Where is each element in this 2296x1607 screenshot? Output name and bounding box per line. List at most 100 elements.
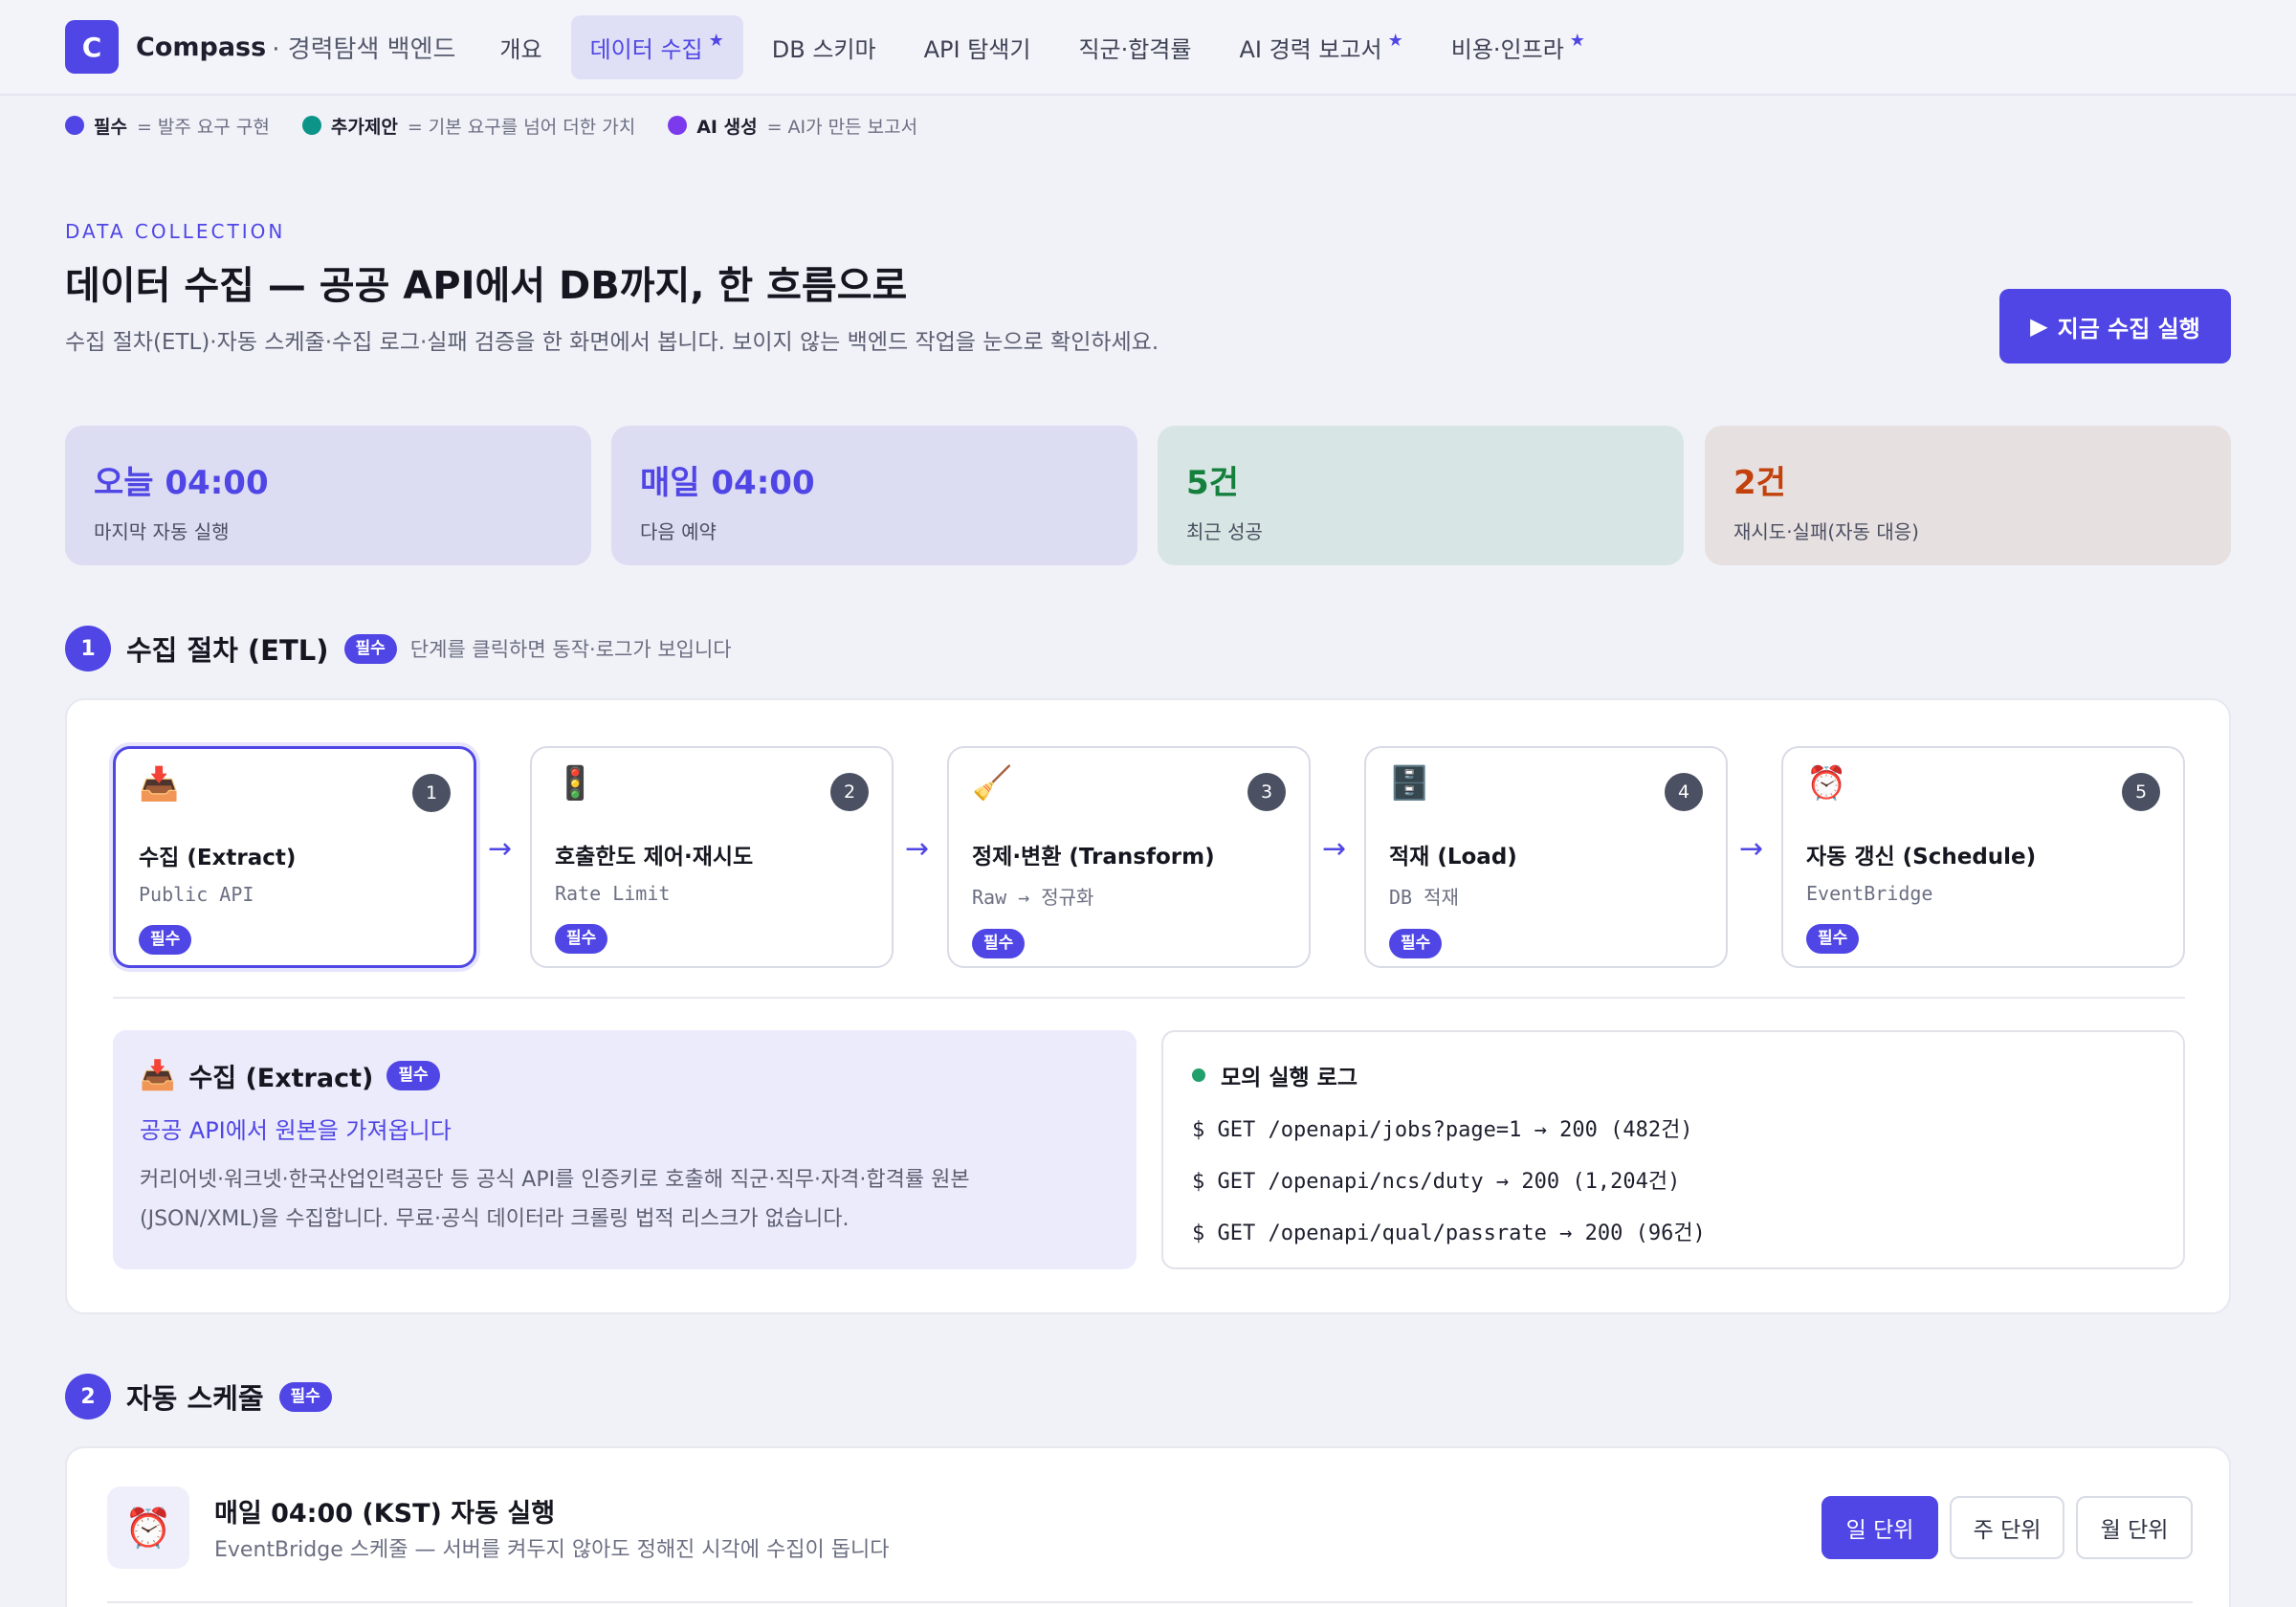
required-badge: 필수 <box>1389 929 1443 958</box>
inbox-icon: 📥 <box>140 1059 176 1092</box>
app-logo[interactable]: C <box>65 20 119 74</box>
main-nav: 개요 데이터 수집 ★ DB 스키마 API 탐색기 직군·합격률 AI 경력 보… <box>480 14 1604 79</box>
legend-label: AI 생성 <box>696 116 758 138</box>
flow-arrow-icon: → <box>488 832 513 866</box>
broom-icon: 🧹 <box>972 764 1013 803</box>
step-title: 정제·변환 (Transform) <box>972 845 1215 870</box>
nav-label: AI 경력 보고서 <box>1239 35 1382 63</box>
detail-body-line: (JSON/XML)을 수집합니다. 무료·공식 데이터라 크롤링 법적 리스크… <box>140 1207 850 1231</box>
etl-panel: 📥 1 수집 (Extract) Public API 필수 → 🚦 2 호출한… <box>65 698 2231 1314</box>
stat-value: 매일 04:00 <box>640 464 815 502</box>
detail-body: 커리어넷·워크넷·한국산업인력공단 등 공식 API를 인증키로 호출해 직군·… <box>140 1160 1110 1239</box>
etl-step-extract[interactable]: 📥 1 수집 (Extract) Public API 필수 <box>113 746 476 968</box>
alarm-clock-icon: ⏰ <box>107 1486 189 1569</box>
schedule-title: 매일 04:00 (KST) 자동 실행 <box>214 1499 556 1529</box>
step-title: 호출한도 제어·재시도 <box>555 845 754 870</box>
flow-arrow-icon: → <box>1739 832 1764 866</box>
etl-step-schedule[interactable]: ⏰ 5 자동 갱신 (Schedule) EventBridge 필수 <box>1781 746 2185 968</box>
alarm-clock-icon: ⏰ <box>1806 764 1847 803</box>
section-title: 자동 스케줄 <box>126 1382 264 1415</box>
schedule-option-weekly[interactable]: 주 단위 <box>1950 1496 2064 1559</box>
legend-required: 필수 = 발주 요구 구현 <box>65 113 270 139</box>
etl-step-transform[interactable]: 🧹 3 정제·변환 (Transform) Raw → 정규화 필수 <box>947 746 1311 968</box>
play-icon: ▶ <box>2030 313 2048 340</box>
nav-item-data-collection[interactable]: 데이터 수집 ★ <box>570 14 743 79</box>
status-dot-icon <box>1192 1068 1205 1082</box>
legend-label: 추가제안 <box>330 116 398 138</box>
file-cabinet-icon: 🗄️ <box>1389 764 1430 803</box>
stat-card-retry-fail: 2건 재시도·실패(자동 대응) <box>1705 426 2231 565</box>
nav-label: 데이터 수집 <box>589 35 703 63</box>
inbox-icon: 📥 <box>139 765 180 804</box>
stat-card-last-run: 오늘 04:00 마지막 자동 실행 <box>65 426 591 565</box>
nav-item-cost-infra[interactable]: 비용·인프라 ★ <box>1432 15 1604 79</box>
section-number: 1 <box>65 626 111 671</box>
etl-step-load[interactable]: 🗄️ 4 적재 (Load) DB 적재 필수 <box>1364 746 1728 968</box>
log-line: $ GET /openapi/jobs?page=1 → 200 (482건) <box>1192 1118 1693 1142</box>
star-icon: ★ <box>1387 30 1403 51</box>
step-title: 수집 (Extract) <box>139 846 297 870</box>
detail-subtitle: 공공 API에서 원본을 가져옵니다 <box>140 1117 452 1144</box>
section-etl-header: 1 수집 절차 (ETL) 필수 단계를 클릭하면 동작·로그가 보입니다 <box>65 626 732 671</box>
nav-label: 개요 <box>499 35 542 63</box>
step-subtitle: Raw → 정규화 <box>972 886 1094 909</box>
schedule-option-daily[interactable]: 일 단위 <box>1821 1496 1938 1559</box>
detail-title: 수집 (Extract) <box>188 1064 374 1093</box>
star-icon: ★ <box>1569 30 1585 51</box>
step-number: 5 <box>2122 773 2160 811</box>
nav-item-api-explorer[interactable]: API 탐색기 <box>905 15 1050 79</box>
stat-card-next-run: 매일 04:00 다음 예약 <box>611 426 1137 565</box>
schedule-subtitle: EventBridge 스케줄 — 서버를 켜두지 않아도 정해진 시각에 수집… <box>214 1538 890 1562</box>
log-header: 모의 실행 로그 <box>1192 1059 2154 1091</box>
step-number: 3 <box>1247 773 1286 811</box>
section-title: 수집 절차 (ETL) <box>126 634 329 667</box>
required-badge: 필수 <box>972 929 1026 958</box>
step-subtitle: DB 적재 <box>1389 886 1459 909</box>
run-button-label: 지금 수집 실행 <box>2057 315 2200 342</box>
brand-subtitle: · 경력탐색 백엔드 <box>272 34 456 64</box>
step-subtitle: Rate Limit <box>555 882 671 905</box>
top-navigation-bar: C Compass · 경력탐색 백엔드 개요 데이터 수집 ★ DB 스키마 A… <box>0 0 2296 96</box>
page-description: 수집 절차(ETL)·자동 스케줄·수집 로그·실패 검증을 한 화면에서 봅니… <box>65 330 1159 355</box>
stat-value: 오늘 04:00 <box>94 464 269 502</box>
nav-item-db-schema[interactable]: DB 스키마 <box>753 15 895 79</box>
badge-legend: 필수 = 발주 요구 구현 추가제안 = 기본 요구를 넘어 더한 가치 AI … <box>65 109 917 142</box>
step-subtitle: EventBridge <box>1806 882 1933 905</box>
section-hint: 단계를 클릭하면 동작·로그가 보입니다 <box>409 638 732 661</box>
required-badge: 필수 <box>139 925 192 955</box>
detail-body-line: 커리어넷·워크넷·한국산업인력공단 등 공식 API를 인증키로 호출해 직군·… <box>140 1168 970 1192</box>
nav-item-ai-report[interactable]: AI 경력 보고서 ★ <box>1220 15 1422 79</box>
step-number: 2 <box>830 773 869 811</box>
flow-arrow-icon: → <box>1322 832 1347 866</box>
stat-card-success: 5건 최근 성공 <box>1158 426 1684 565</box>
stat-label: 최근 성공 <box>1186 520 1263 543</box>
legend-dot <box>65 116 84 135</box>
run-collection-button[interactable]: ▶ 지금 수집 실행 <box>1999 289 2231 363</box>
nav-label: DB 스키마 <box>771 35 876 63</box>
divider <box>113 997 2185 999</box>
legend-extra: 추가제안 = 기본 요구를 넘어 더한 가치 <box>301 113 636 139</box>
step-title: 적재 (Load) <box>1389 845 1517 870</box>
required-badge: 필수 <box>278 1381 332 1412</box>
nav-item-overview[interactable]: 개요 <box>480 15 561 79</box>
stat-value: 5건 <box>1186 464 1239 502</box>
nav-label: 비용·인프라 <box>1450 35 1564 63</box>
page-eyebrow: DATA COLLECTION <box>65 220 286 243</box>
legend-desc: = 기본 요구를 넘어 더한 가치 <box>407 116 636 138</box>
stat-value: 2건 <box>1733 464 1786 502</box>
section-schedule-header: 2 자동 스케줄 필수 <box>65 1374 332 1420</box>
nav-label: API 탐색기 <box>923 35 1031 63</box>
log-title: 모의 실행 로그 <box>1221 1066 1358 1090</box>
schedule-option-monthly[interactable]: 월 단위 <box>2076 1496 2193 1559</box>
etl-step-rate-limit[interactable]: 🚦 2 호출한도 제어·재시도 Rate Limit 필수 <box>530 746 894 968</box>
nav-item-job-passrate[interactable]: 직군·합격률 <box>1059 15 1210 79</box>
legend-dot <box>301 116 321 135</box>
legend-ai: AI 생성 = AI가 만든 보고서 <box>668 113 917 139</box>
detail-header: 📥 수집 (Extract) 필수 <box>140 1057 1110 1094</box>
legend-desc: = 발주 요구 구현 <box>136 116 270 138</box>
divider <box>107 1601 2193 1603</box>
flow-arrow-icon: → <box>905 832 930 866</box>
page-title: 데이터 수집 — 공공 API에서 DB까지, 한 흐름으로 <box>65 264 908 308</box>
step-number: 1 <box>412 774 451 812</box>
required-badge: 필수 <box>343 633 397 664</box>
